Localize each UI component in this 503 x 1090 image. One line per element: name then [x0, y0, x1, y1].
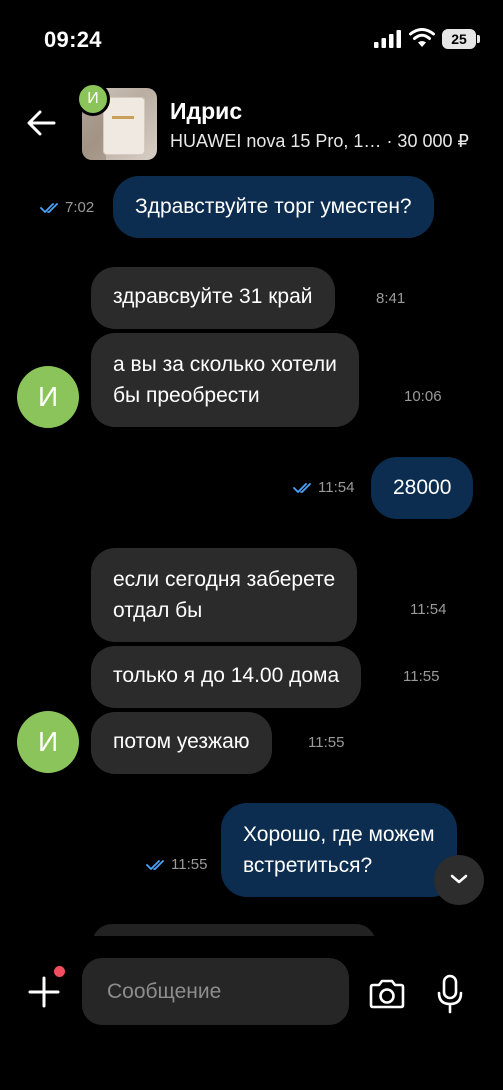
plus-icon[interactable]	[26, 974, 62, 1010]
cellular-signal-icon	[374, 30, 401, 48]
incoming-message[interactable]: если сегодня заберете отдал бы	[91, 548, 358, 642]
sender-avatar[interactable]: И	[17, 711, 79, 773]
message-time: 11:55	[171, 856, 208, 873]
incoming-message[interactable]: а вы за сколько хотели бы преобрести	[91, 333, 359, 427]
incoming-message[interactable]: только я до 14.00 дома	[91, 646, 362, 708]
message-input[interactable]	[82, 958, 349, 1025]
message-text: только я до 14.00 дома	[113, 664, 340, 687]
chat-header: И Идрис HUAWEI nova 15 Pro, 1… · 30 000 …	[0, 80, 503, 170]
outgoing-message[interactable]: 28000	[371, 457, 474, 519]
status-time: 09:24	[44, 27, 102, 52]
listing-info[interactable]: HUAWEI nova 15 Pro, 1… · 30 000 ₽	[170, 131, 490, 152]
message-text: 28000	[393, 476, 452, 499]
message-text: здравсвуйте 31 край	[113, 285, 313, 308]
message-meta: 7:02	[40, 199, 94, 216]
wifi-icon	[409, 28, 435, 47]
product-box-image	[104, 98, 144, 154]
notification-dot	[54, 966, 65, 977]
message-time: 10:06	[404, 388, 442, 405]
scroll-down-button[interactable]	[434, 855, 484, 905]
message-time: 11:55	[403, 668, 440, 685]
message-line: Хорошо, где можем	[243, 823, 435, 846]
message-line: встретиться?	[243, 854, 373, 877]
back-arrow-icon[interactable]	[24, 106, 58, 140]
message-line: бы преобрести	[113, 384, 260, 407]
message-meta: 11:55	[146, 856, 207, 873]
sender-avatar[interactable]: И	[17, 366, 79, 428]
status-bar: 09:24 25	[0, 0, 503, 80]
chevron-down-icon	[450, 874, 468, 884]
listing-title: HUAWEI nova 15 Pro, 1…	[170, 131, 382, 151]
microphone-icon[interactable]	[436, 974, 464, 1014]
outgoing-message[interactable]: Здравствуйте торг уместен?	[113, 176, 434, 238]
message-text: Здравствуйте торг уместен?	[135, 195, 412, 218]
message-meta: 11:54	[293, 479, 354, 496]
double-check-icon	[146, 860, 164, 870]
camera-icon[interactable]	[367, 978, 407, 1010]
listing-price: · 30 000 ₽	[386, 131, 469, 151]
battery-indicator: 25	[442, 29, 480, 49]
message-time: 11:54	[410, 601, 447, 618]
message-time: 7:02	[65, 199, 95, 216]
message-time: 8:41	[376, 290, 406, 307]
outgoing-message[interactable]: Хорошо, где можем встретиться?	[221, 803, 457, 897]
message-time: 11:54	[318, 479, 355, 496]
message-line: если сегодня заберете	[113, 568, 336, 591]
message-text: потом уезжаю	[113, 730, 250, 753]
contact-avatar[interactable]: И	[76, 82, 110, 116]
double-check-icon	[40, 203, 58, 213]
message-time: 11:55	[308, 734, 345, 751]
incoming-message[interactable]: потом уезжаю	[91, 712, 272, 774]
message-line: отдал бы	[113, 599, 203, 622]
double-check-icon	[293, 483, 311, 493]
incoming-message[interactable]: здравсвуйте 31 край	[91, 267, 335, 329]
message-list[interactable]: 7:02 Здравствуйте торг уместен? здравсву…	[0, 170, 503, 936]
message-composer	[0, 936, 503, 1090]
message-line: а вы за сколько хотели	[113, 353, 337, 376]
contact-name[interactable]: Идрис	[170, 98, 242, 125]
